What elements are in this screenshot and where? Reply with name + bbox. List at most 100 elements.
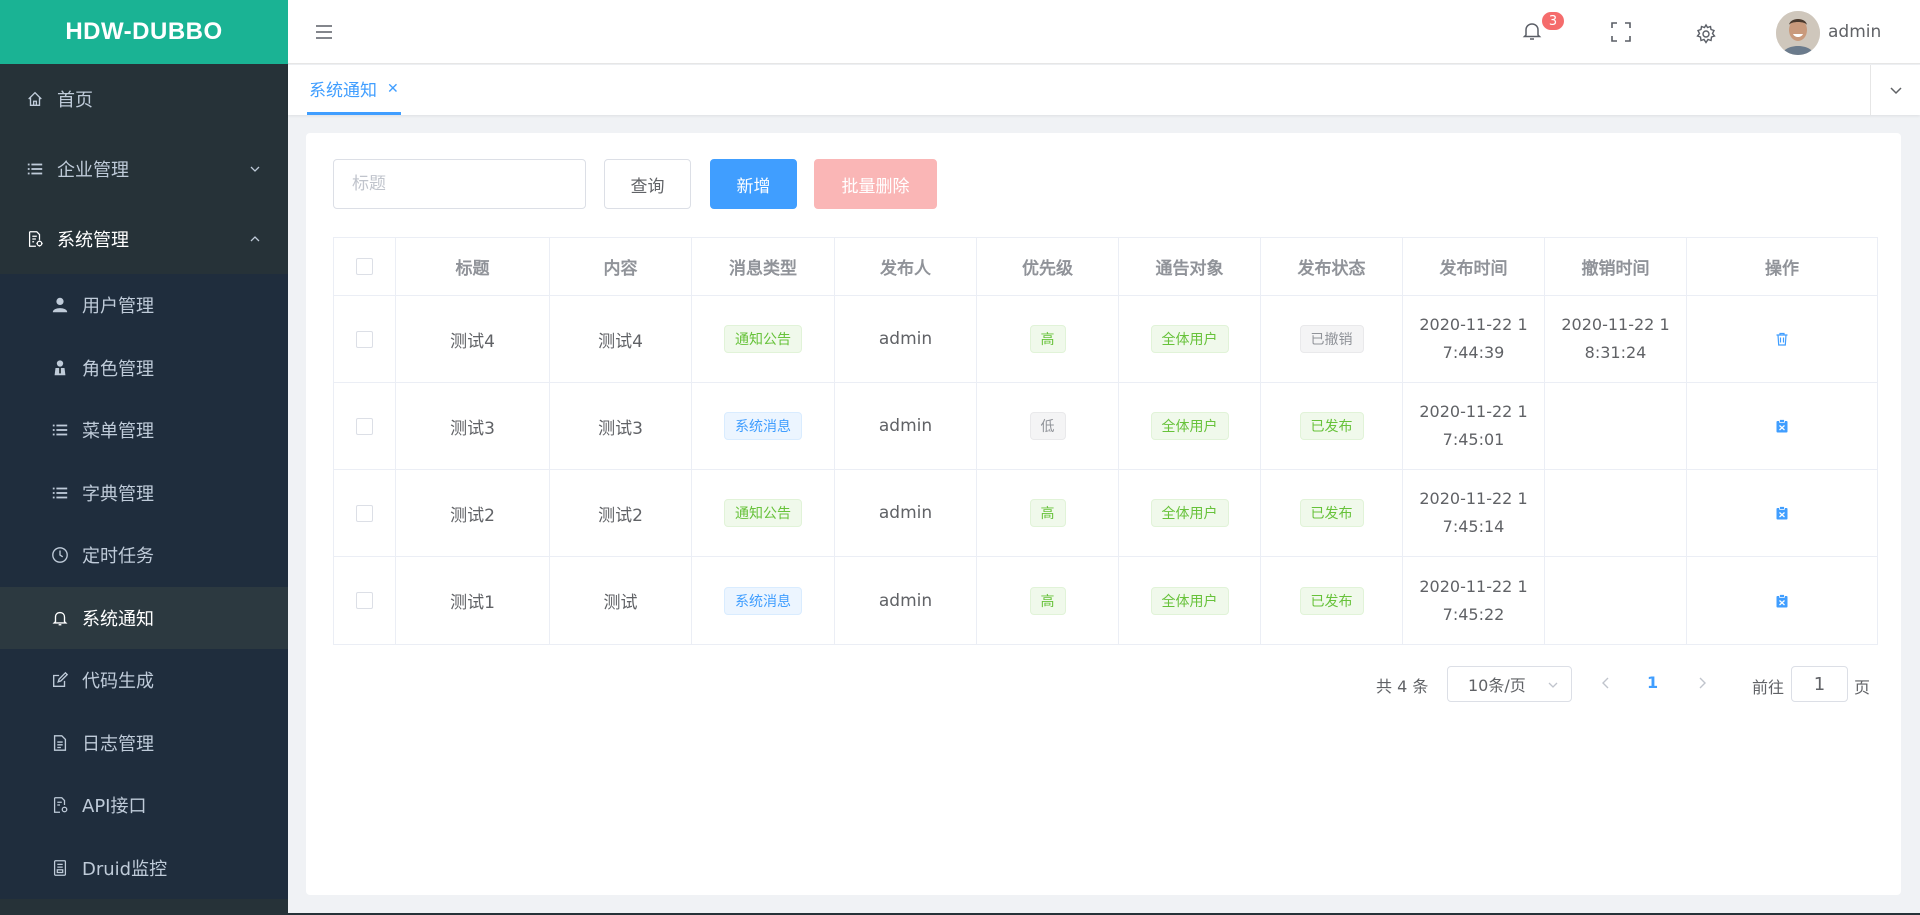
sidebar-item-system[interactable]: 系统管理 — [0, 204, 288, 274]
tabs-dropdown-button[interactable] — [1870, 65, 1920, 115]
page-size-select[interactable]: 10条/页 — [1447, 666, 1572, 702]
sidebar-item-label: 日志管理 — [82, 733, 154, 755]
column-header: 消息类型 — [692, 238, 835, 295]
fullscreen-icon[interactable] — [1610, 21, 1632, 43]
publish-time: 2020-11-22 17:45:22 — [1419, 576, 1528, 624]
add-button[interactable]: 新增 — [710, 159, 797, 209]
sidebar-item-label: 企业管理 — [57, 160, 129, 181]
title-search-input[interactable] — [333, 159, 586, 209]
next-page-icon[interactable] — [1695, 675, 1709, 691]
clock-icon — [50, 545, 70, 565]
sidebar-item-notifications[interactable]: 系统通知 — [0, 586, 288, 649]
goto-page-input[interactable] — [1791, 666, 1848, 702]
chevron-down-icon — [250, 166, 260, 172]
revoke-time-cell — [1545, 383, 1687, 469]
chevron-up-icon — [250, 236, 260, 242]
trash-icon[interactable] — [1774, 331, 1790, 347]
notification-badge: 3 — [1541, 11, 1565, 31]
sidebar-item-roles[interactable]: 角色管理 — [0, 337, 288, 400]
revoke-time: 2020-11-22 18:31:24 — [1561, 315, 1670, 362]
app-logo: HDW-DUBBO — [0, 0, 288, 64]
type-tag: 系统消息 — [724, 412, 802, 440]
sidebar-item-druid[interactable]: Druid监控 — [0, 837, 288, 900]
publish-time-cell: 2020-11-22 17:44:39 — [1403, 296, 1545, 382]
settings-gear-icon[interactable] — [1695, 23, 1717, 45]
sidebar-item-api[interactable]: API接口 — [0, 774, 288, 837]
chevron-down-icon — [1889, 87, 1902, 95]
hamburger-menu-icon[interactable] — [314, 22, 334, 42]
publish-time: 2020-11-22 17:45:14 — [1419, 489, 1528, 536]
target-tag: 全体用户 — [1150, 325, 1229, 353]
sidebar-item-home[interactable]: 首页 — [0, 64, 288, 134]
bell-icon — [50, 608, 70, 628]
revoke-icon[interactable] — [1774, 505, 1790, 521]
column-header: 发布状态 — [1261, 238, 1403, 295]
title-cell: 测试3 — [396, 383, 550, 469]
sidebar-item-scheduled-tasks[interactable]: 定时任务 — [0, 524, 288, 587]
column-header: 发布人 — [835, 238, 977, 295]
role-icon — [50, 358, 70, 378]
revoke-icon[interactable] — [1774, 418, 1790, 434]
publisher-cell: admin — [835, 557, 977, 644]
sidebar-item-menus[interactable]: 菜单管理 — [0, 399, 288, 462]
status-tag: 已发布 — [1299, 586, 1364, 615]
target-tag: 全体用户 — [1150, 412, 1229, 440]
document-settings-icon — [25, 229, 45, 249]
publish-time-cell: 2020-11-22 17:45:01 — [1403, 383, 1545, 469]
list-icon — [50, 420, 70, 440]
edit-icon — [50, 670, 70, 690]
list-icon — [25, 159, 45, 179]
sidebar-item-label: 系统通知 — [82, 608, 154, 630]
prev-page-icon[interactable] — [1599, 675, 1613, 691]
monitor-icon — [50, 858, 70, 878]
goto-label: 前往 — [1752, 678, 1785, 697]
column-header: 发布时间 — [1403, 238, 1545, 295]
sidebar-item-label: Druid监控 — [82, 858, 168, 880]
column-header: 标题 — [396, 238, 550, 295]
table-row: 测试4 测试4 通知公告 admin 高 全体用户 已撤销 2020-11-22… — [334, 296, 1877, 383]
target-cell: 全体用户 — [1119, 296, 1261, 382]
sidebar-item-logs[interactable]: 日志管理 — [0, 712, 288, 775]
sidebar-item-enterprise[interactable]: 企业管理 — [0, 134, 288, 204]
title-cell: 测试1 — [396, 557, 550, 644]
target-cell: 全体用户 — [1119, 557, 1261, 644]
page-number-current[interactable]: 1 — [1647, 673, 1658, 692]
page-suffix: 页 — [1854, 678, 1871, 697]
query-button[interactable]: 查询 — [604, 159, 691, 209]
status-tag: 已撤销 — [1299, 325, 1364, 353]
target-cell: 全体用户 — [1119, 383, 1261, 469]
notification-bell-icon[interactable] — [1521, 20, 1543, 42]
close-icon[interactable]: ✕ — [387, 81, 399, 97]
sidebar-item-users[interactable]: 用户管理 — [0, 274, 288, 337]
publisher-cell: admin — [835, 383, 977, 469]
content-card: 查询 新增 批量删除 标题 内容 消息类型 发布人 优先级 通告对象 发布状态 … — [306, 133, 1901, 895]
sidebar-item-label: 代码生成 — [82, 671, 154, 693]
sidebar-item-codegen[interactable]: 代码生成 — [0, 649, 288, 712]
sidebar-item-dictionary[interactable]: 字典管理 — [0, 462, 288, 525]
sidebar-item-label: 定时任务 — [82, 546, 154, 568]
tabs-bar: 系统通知 ✕ — [288, 65, 1920, 115]
column-header: 通告对象 — [1119, 238, 1261, 295]
select-all-checkbox[interactable] — [356, 258, 373, 275]
operation-cell — [1687, 470, 1877, 556]
tab-notifications[interactable]: 系统通知 ✕ — [307, 65, 401, 115]
total-count: 共 4 条 — [1376, 677, 1429, 696]
username[interactable]: admin — [1828, 22, 1881, 42]
row-checkbox[interactable] — [356, 417, 373, 435]
sidebar-item-label: 用户管理 — [82, 296, 154, 318]
column-header: 操作 — [1765, 259, 1799, 279]
page-size-value: 10条/页 — [1468, 676, 1526, 695]
sidebar-item-label: 角色管理 — [82, 358, 154, 380]
row-checkbox[interactable] — [356, 504, 373, 522]
avatar[interactable] — [1776, 11, 1820, 55]
publish-time: 2020-11-22 17:44:39 — [1419, 315, 1528, 362]
row-checkbox[interactable] — [356, 330, 373, 348]
tab-label: 系统通知 — [309, 81, 377, 101]
chevron-down-icon — [1548, 682, 1558, 688]
api-doc-icon — [50, 795, 70, 815]
batch-delete-button[interactable]: 批量删除 — [814, 159, 937, 209]
status-tag: 已发布 — [1299, 499, 1364, 527]
user-icon — [50, 295, 70, 315]
revoke-icon[interactable] — [1774, 593, 1790, 609]
row-checkbox[interactable] — [356, 592, 373, 609]
